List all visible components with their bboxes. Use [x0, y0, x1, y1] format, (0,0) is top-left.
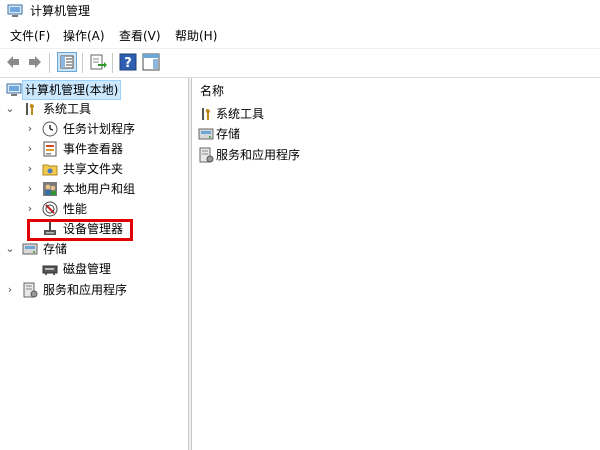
chevron-down-icon[interactable]: ⌄	[4, 239, 16, 259]
window-title: 计算机管理	[30, 4, 91, 18]
tree-item-storage[interactable]: ⌄ 存储	[0, 239, 188, 259]
help-icon[interactable]: ?	[119, 53, 137, 71]
tree-item-task-scheduler[interactable]: › 任务计划程序	[0, 119, 188, 139]
tree-item-shared-folders[interactable]: › 共享文件夹	[0, 159, 188, 179]
shared-folder-icon	[42, 164, 58, 176]
tree-label-local-users: 本地用户和组	[63, 182, 136, 196]
tree-item-disk-management[interactable]: 磁盘管理	[0, 259, 188, 279]
list-label-services-apps: 服务和应用程序	[216, 148, 301, 162]
tree-item-event-viewer[interactable]: › 事件查看器	[0, 139, 188, 159]
tree-item-performance[interactable]: › 性能	[0, 199, 188, 219]
chevron-right-icon[interactable]: ›	[24, 179, 36, 199]
system-tools-icon	[202, 108, 211, 120]
back-arrow-icon[interactable]	[4, 53, 22, 71]
menu-help[interactable]: 帮助(H)	[175, 28, 217, 44]
users-icon	[43, 182, 57, 196]
clock-icon	[42, 121, 58, 137]
tree-item-local-users[interactable]: › 本地用户和组	[0, 179, 188, 199]
computer-management-icon	[7, 4, 23, 17]
menu-view[interactable]: 查看(V)	[119, 28, 161, 44]
chevron-right-icon[interactable]: ›	[24, 119, 36, 139]
tree-label-system-tools: 系统工具	[43, 102, 92, 116]
tree-item-system-tools[interactable]: ⌄ 系统工具	[0, 99, 188, 119]
tree-item-computer-management[interactable]: 计算机管理(本地)	[0, 80, 188, 100]
toolbar-separator	[112, 53, 113, 73]
tree-label-root: 计算机管理(本地)	[21, 80, 122, 100]
console-tree-icon[interactable]	[57, 52, 77, 72]
menu-bar: 文件(F) 操作(A) 查看(V) 帮助(H)	[0, 26, 600, 46]
chevron-right-icon[interactable]: ›	[24, 139, 36, 159]
tree-label-shared-folders: 共享文件夹	[63, 162, 124, 176]
chevron-down-icon[interactable]: ⌄	[4, 99, 16, 119]
forward-arrow-icon[interactable]	[26, 53, 44, 71]
device-manager-highlight	[27, 219, 133, 241]
chevron-right-icon[interactable]: ›	[4, 280, 16, 300]
performance-icon	[42, 201, 58, 217]
result-pane: 名称 系统工具 存储 服务和应用程序	[192, 78, 600, 450]
storage-icon	[22, 243, 38, 255]
tree-label-services-apps: 服务和应用程序	[43, 283, 128, 297]
tree-label-storage: 存储	[43, 242, 68, 256]
toolbar: ?	[0, 48, 600, 78]
list-label-system-tools: 系统工具	[216, 107, 265, 121]
event-viewer-icon	[43, 141, 57, 157]
menu-action[interactable]: 操作(A)	[63, 28, 105, 44]
menu-file[interactable]: 文件(F)	[10, 28, 50, 44]
disk-icon	[42, 265, 58, 275]
tree-label-task-scheduler: 任务计划程序	[63, 122, 136, 136]
title-bar: 计算机管理	[0, 0, 600, 24]
toolbar-separator	[82, 53, 83, 73]
tree-label-disk-management: 磁盘管理	[63, 262, 112, 276]
system-tools-icon	[26, 103, 35, 115]
svg-text:?: ?	[124, 56, 132, 71]
tree-label-performance: 性能	[63, 202, 88, 216]
tree-item-services-apps[interactable]: › 服务和应用程序	[0, 280, 188, 300]
services-icon	[199, 147, 214, 163]
tree-label-event-viewer: 事件查看器	[63, 142, 124, 156]
action-pane-icon[interactable]	[142, 53, 160, 71]
toolbar-separator	[49, 53, 50, 73]
column-header-name[interactable]: 名称	[200, 82, 224, 100]
services-icon	[23, 282, 38, 298]
export-list-icon[interactable]	[89, 53, 107, 71]
list-label-storage: 存储	[216, 127, 241, 141]
computer-management-icon	[6, 83, 22, 96]
chevron-right-icon[interactable]: ›	[24, 159, 36, 179]
storage-icon	[198, 128, 214, 140]
chevron-right-icon[interactable]: ›	[24, 199, 36, 219]
